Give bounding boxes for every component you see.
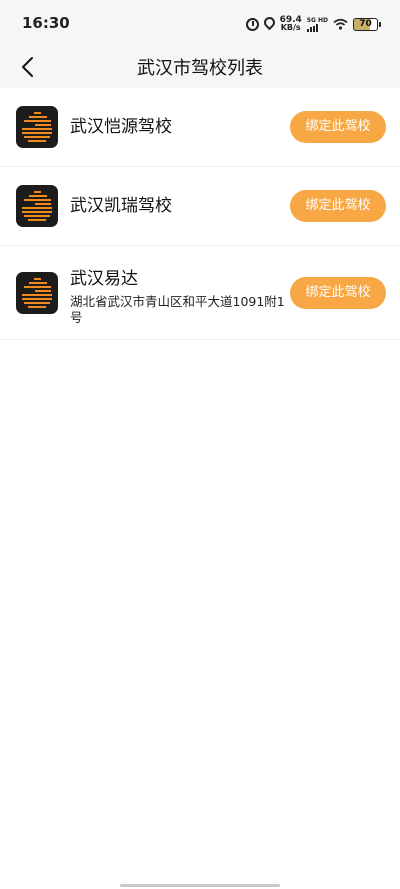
school-logo-icon <box>16 185 58 227</box>
page-title: 武汉市驾校列表 <box>137 58 263 79</box>
nav-bar: 武汉市驾校列表 <box>0 46 400 88</box>
bind-school-button[interactable]: 绑定此驾校 <box>290 276 386 309</box>
network-speed: 69.4 KB/s <box>280 16 302 32</box>
cellular-signal: 5G HD <box>306 16 328 32</box>
home-indicator <box>120 884 280 887</box>
school-logo-icon <box>16 271 58 314</box>
school-name: 武汉易达 <box>70 269 138 289</box>
bind-school-button[interactable]: 绑定此驾校 <box>290 111 386 143</box>
status-icons: 69.4 KB/s 5G HD 70 <box>245 14 381 34</box>
alarm-icon <box>245 17 259 31</box>
school-logo-icon <box>16 106 58 148</box>
school-list: 武汉恺源驾校 绑定此驾校 武汉凯瑞驾校 绑定此驾校 武汉易达 湖北省武汉市青山区… <box>0 88 400 340</box>
status-bar: 16:30 69.4 KB/s 5G HD 70 <box>0 0 400 46</box>
network-label: 5G HD <box>306 16 328 24</box>
speed-unit: KB/s <box>280 23 301 32</box>
wifi-icon <box>333 18 348 30</box>
list-item: 武汉凯瑞驾校 绑定此驾校 <box>0 167 400 246</box>
list-item: 武汉易达 湖北省武汉市青山区和平大道1091附1号 绑定此驾校 <box>0 246 400 340</box>
school-info: 武汉恺源驾校 <box>70 116 300 138</box>
status-time: 16:30 <box>22 14 70 32</box>
signal-bars-icon <box>306 23 318 32</box>
school-info: 武汉易达 湖北省武汉市青山区和平大道1091附1号 <box>70 268 292 326</box>
location-icon <box>261 14 277 31</box>
school-name: 武汉恺源驾校 <box>70 117 172 137</box>
battery-icon: 70 <box>353 17 381 31</box>
school-address: 湖北省武汉市青山区和平大道1091附1号 <box>70 294 285 325</box>
school-info: 武汉凯瑞驾校 <box>70 195 300 217</box>
school-name: 武汉凯瑞驾校 <box>70 196 172 216</box>
bind-school-button[interactable]: 绑定此驾校 <box>290 190 386 222</box>
list-item: 武汉恺源驾校 绑定此驾校 <box>0 88 400 167</box>
